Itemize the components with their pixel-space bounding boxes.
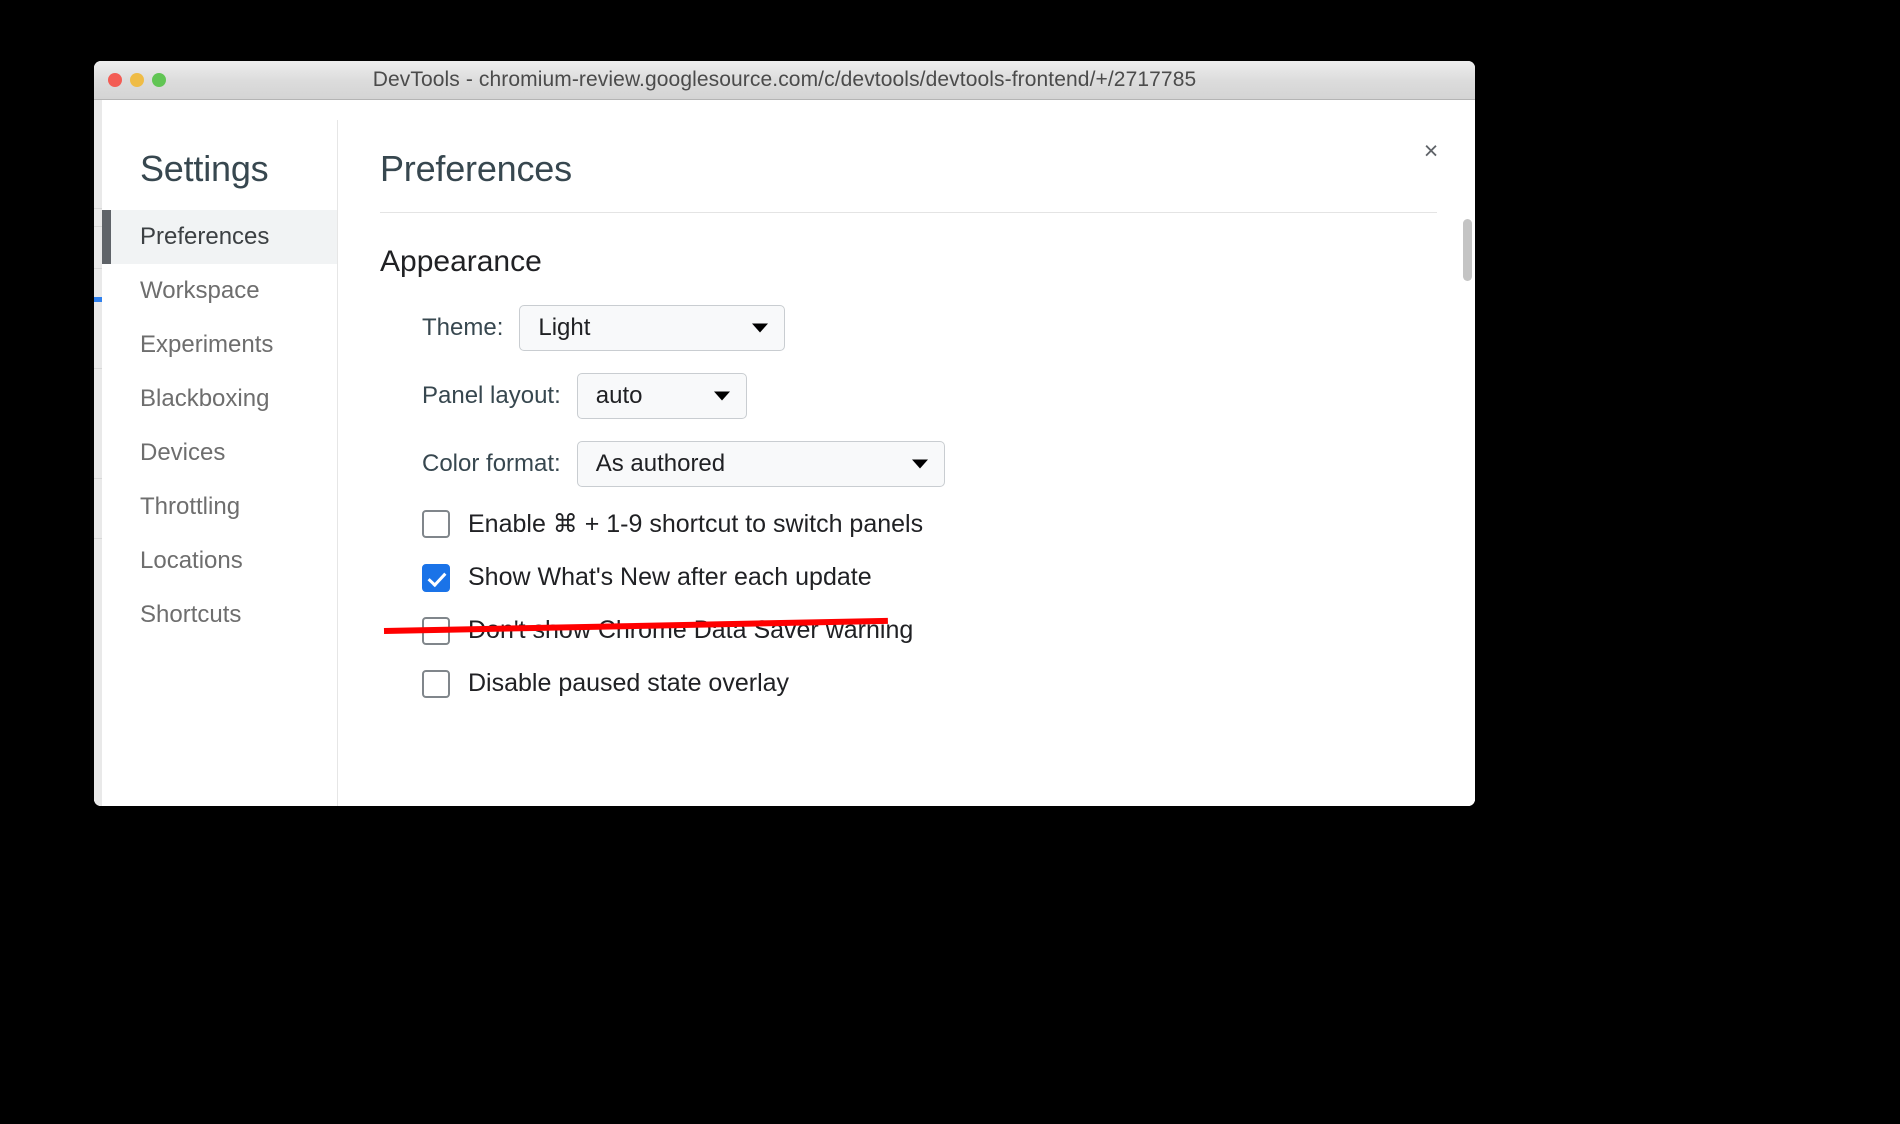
color-format-label: Color format: (422, 450, 561, 477)
devtools-background-line (94, 368, 102, 369)
preferences-scroll-area: Appearance Theme: Light Panel layout: au… (380, 213, 1475, 783)
checkbox-enable-cmd-shortcut[interactable] (422, 510, 450, 538)
sidebar-item-locations[interactable]: Locations (102, 534, 337, 588)
checkbox-label: Disable paused state overlay (468, 669, 790, 697)
devtools-browser-window: DevTools - chromium-review.googlesource.… (94, 61, 1475, 806)
sidebar-item-label: Throttling (140, 493, 241, 520)
chevron-down-icon (752, 323, 769, 333)
chevron-down-icon (911, 459, 928, 469)
color-format-select[interactable]: As authored (576, 441, 945, 487)
sidebar-item-label: Blackboxing (140, 385, 270, 412)
checkbox-row-disable-paused-state-overlay[interactable]: Disable paused state overlay (380, 669, 1437, 698)
devtools-background-line (94, 226, 102, 227)
scrollbar-thumb[interactable] (1463, 219, 1472, 281)
window-traffic-lights (108, 73, 166, 87)
checkbox-show-whats-new[interactable] (422, 563, 450, 592)
checkbox-dont-show-data-saver-warning[interactable] (422, 616, 450, 645)
maximize-window-button[interactable] (152, 73, 166, 87)
checkbox-label: Show What's New after each update (468, 563, 872, 591)
panel-layout-select[interactable]: auto (576, 373, 747, 419)
settings-sidebar: Settings Preferences Workspace Experimen… (102, 120, 338, 806)
panel-layout-select-value: auto (595, 382, 643, 409)
window-titlebar: DevTools - chromium-review.googlesource.… (94, 61, 1475, 100)
checkbox-row-dont-show-data-saver-warning[interactable]: Don't show Chrome Data Saver warning (380, 616, 1437, 645)
theme-select[interactable]: Light (519, 305, 786, 351)
devtools-background-line (94, 478, 102, 479)
preference-row-color-format: Color format: As authored (380, 441, 1437, 487)
sidebar-item-label: Devices (140, 439, 226, 466)
checkbox-row-enable-cmd-shortcut[interactable]: Enable ⌘ + 1-9 shortcut to switch panels (380, 509, 1437, 539)
checkbox-disable-paused-state-overlay[interactable] (422, 669, 450, 698)
checkbox-row-show-whats-new[interactable]: Show What's New after each update (380, 563, 1437, 592)
close-window-button[interactable] (108, 73, 122, 87)
sidebar-item-experiments[interactable]: Experiments (102, 318, 337, 372)
settings-content: Preferences Appearance Theme: Light Pane… (338, 120, 1475, 806)
sidebar-item-label: Workspace (140, 277, 260, 304)
page-title: Preferences (380, 148, 572, 189)
sidebar-item-shortcuts[interactable]: Shortcuts (102, 588, 337, 642)
settings-dialog: × Settings Preferences Workspace Experim… (102, 120, 1475, 806)
sidebar-item-preferences[interactable]: Preferences (102, 210, 337, 264)
sidebar-item-label: Preferences (140, 223, 270, 250)
sidebar-item-blackboxing[interactable]: Blackboxing (102, 372, 337, 426)
desktop-background: DevTools - chromium-review.googlesource.… (0, 0, 1900, 1124)
panel-layout-label: Panel layout: (422, 382, 561, 409)
sidebar-item-label: Locations (140, 547, 243, 574)
devtools-background-line (94, 208, 102, 209)
sidebar-item-devices[interactable]: Devices (102, 426, 337, 480)
section-title-appearance: Appearance (380, 245, 542, 278)
devtools-background-line (94, 268, 102, 269)
checkbox-label: Enable ⌘ + 1-9 shortcut to switch panels (468, 510, 924, 538)
sidebar-title: Settings (140, 148, 269, 189)
window-title: DevTools - chromium-review.googlesource.… (372, 68, 1197, 91)
window-body: × Settings Preferences Workspace Experim… (94, 100, 1475, 806)
chevron-down-icon (713, 391, 730, 401)
devtools-background-highlight (94, 297, 102, 302)
sidebar-item-label: Shortcuts (140, 601, 242, 628)
content-scrollbar[interactable] (1462, 213, 1473, 783)
sidebar-item-throttling[interactable]: Throttling (102, 480, 337, 534)
theme-label: Theme: (422, 314, 504, 341)
color-format-select-value: As authored (595, 450, 726, 477)
sidebar-item-label: Experiments (140, 331, 274, 358)
devtools-background-strip (94, 100, 102, 806)
devtools-background-line (94, 538, 102, 539)
sidebar-item-workspace[interactable]: Workspace (102, 264, 337, 318)
checkbox-label: Don't show Chrome Data Saver warning (468, 616, 914, 644)
minimize-window-button[interactable] (130, 73, 144, 87)
theme-select-value: Light (538, 314, 591, 341)
preference-row-theme: Theme: Light (380, 305, 1437, 351)
preference-row-panel-layout: Panel layout: auto (380, 373, 1437, 419)
